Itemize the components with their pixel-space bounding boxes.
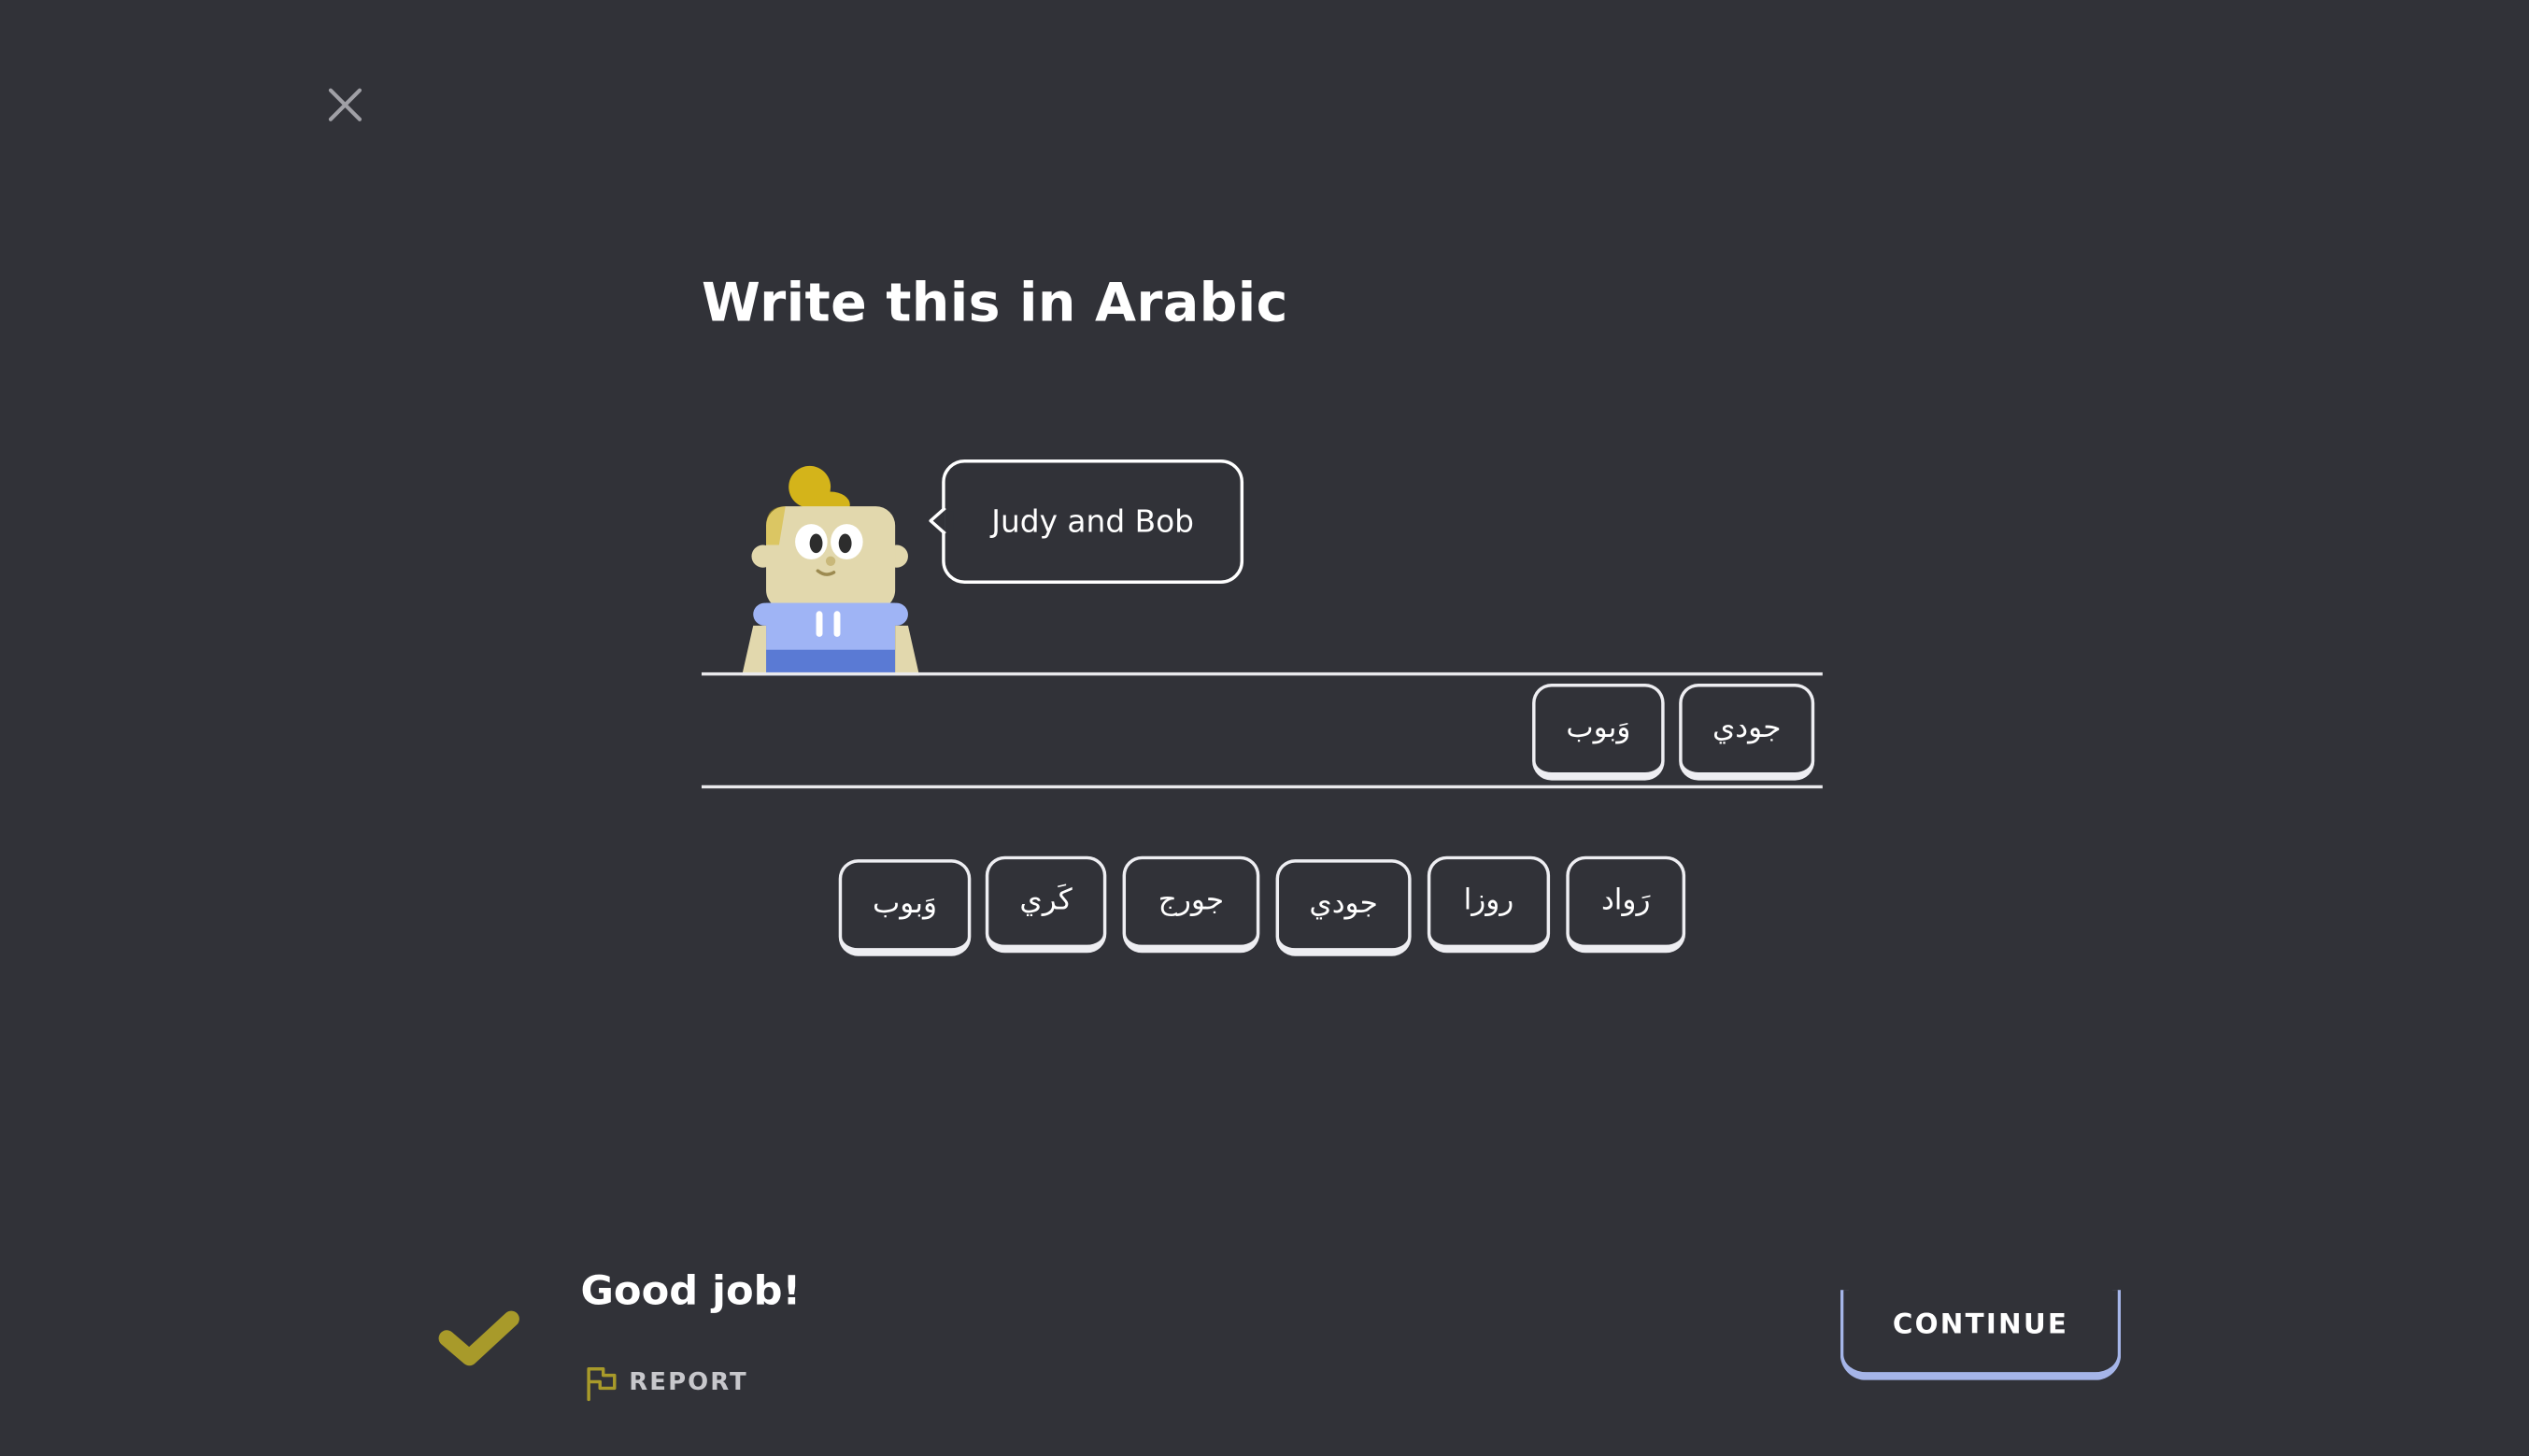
exercise-title: Write this in Arabic	[701, 271, 1288, 334]
report-label: REPORT	[629, 1366, 748, 1397]
answer-area-bottom-line	[701, 785, 1823, 789]
word-bank-tile-label: جودي	[1309, 886, 1378, 921]
word-bank-tile-label: رَواد	[1600, 883, 1651, 918]
flag-icon	[587, 1366, 617, 1402]
word-bank-tile-label: وَبوب	[873, 886, 938, 921]
word-bank-tile[interactable]: رَواد	[1566, 855, 1686, 954]
word-bank-tile[interactable]: روزا	[1427, 855, 1551, 954]
word-bank-tile-label: روزا	[1463, 883, 1514, 918]
word-bank-tile-label: جورج	[1158, 883, 1225, 918]
answer-tile-label: جودي	[1712, 711, 1782, 745]
speech-bubble[interactable]: Judy and Bob	[929, 459, 1244, 584]
close-button[interactable]	[322, 82, 367, 127]
speech-bubble-text: Judy and Bob	[991, 503, 1194, 540]
word-bank-tile-label: كَري	[1019, 883, 1073, 918]
word-bank-tile[interactable]: كَري	[985, 855, 1107, 954]
answer-tile[interactable]: جودي	[1679, 683, 1815, 781]
word-bank-tile[interactable]: جودي	[1275, 859, 1412, 956]
word-bank-tile[interactable]: وَبوب	[838, 859, 972, 956]
lesson-screen: Write this in Arabic Judy and Bob جودي و…	[0, 0, 2529, 1456]
continue-button[interactable]: CONTINUE	[1840, 1290, 2122, 1380]
close-icon	[328, 88, 362, 121]
continue-label: CONTINUE	[1892, 1308, 2069, 1341]
character-avatar	[734, 461, 928, 676]
feedback-message: Good job!	[580, 1266, 802, 1315]
report-button[interactable]: REPORT	[584, 1363, 748, 1402]
answer-tile-label: وَبوب	[1566, 711, 1631, 745]
answer-area-top-line	[701, 671, 1823, 676]
word-bank-tile[interactable]: جورج	[1122, 855, 1260, 954]
answer-tile[interactable]: وَبوب	[1532, 683, 1665, 781]
checkmark-icon	[438, 1310, 519, 1366]
